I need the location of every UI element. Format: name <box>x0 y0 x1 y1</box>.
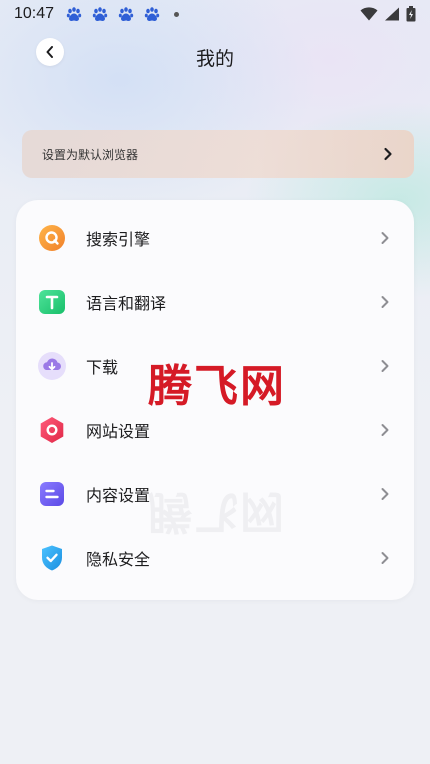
page-title: 我的 <box>195 48 234 70</box>
watermark-text: 腾飞网 <box>148 361 286 412</box>
chevron-right-icon <box>381 232 389 244</box>
chevron-right-icon <box>381 552 389 564</box>
chevron-right-icon <box>381 424 389 436</box>
chevron-right-icon <box>384 147 392 161</box>
menu-item-search-engine[interactable]: 搜索引擎 <box>16 206 414 270</box>
watermark-reflection: 腾飞网 <box>148 486 286 537</box>
baidu-paw-icon <box>144 7 160 21</box>
menu-item-label: 语言和翻译 <box>86 294 167 313</box>
status-time: 10:47 <box>14 5 55 22</box>
notification-dot-icon <box>174 11 180 17</box>
baidu-paw-icon <box>66 7 82 21</box>
menu-item-label: 隐私安全 <box>86 550 151 569</box>
menu-item-label: 下载 <box>86 358 119 377</box>
baidu-paw-icon <box>92 7 108 21</box>
chevron-right-icon <box>381 296 389 308</box>
banner-label: 设置为默认浏览器 <box>42 147 139 162</box>
chevron-right-icon <box>381 488 389 500</box>
content-settings-icon <box>40 482 64 506</box>
translate-icon <box>39 290 65 314</box>
status-right <box>360 6 416 22</box>
search-engine-icon <box>39 225 65 251</box>
header: 我的 <box>0 34 430 74</box>
chevron-right-icon <box>381 360 389 372</box>
baidu-paw-icon <box>118 7 134 21</box>
status-bar: 10:47 <box>0 0 430 28</box>
menu-item-label: 网站设置 <box>86 422 151 441</box>
menu-item-language-translation[interactable]: 语言和翻译 <box>16 270 414 334</box>
menu-item-label: 搜索引擎 <box>86 230 151 249</box>
wifi-icon <box>360 7 378 21</box>
privacy-shield-icon <box>42 545 62 571</box>
battery-icon <box>406 6 416 22</box>
set-default-browser-banner[interactable]: 设置为默认浏览器 <box>22 130 414 178</box>
signal-icon <box>385 7 399 21</box>
website-settings-icon <box>40 417 64 443</box>
menu-item-label: 内容设置 <box>86 486 151 505</box>
download-cloud-icon <box>38 352 66 380</box>
